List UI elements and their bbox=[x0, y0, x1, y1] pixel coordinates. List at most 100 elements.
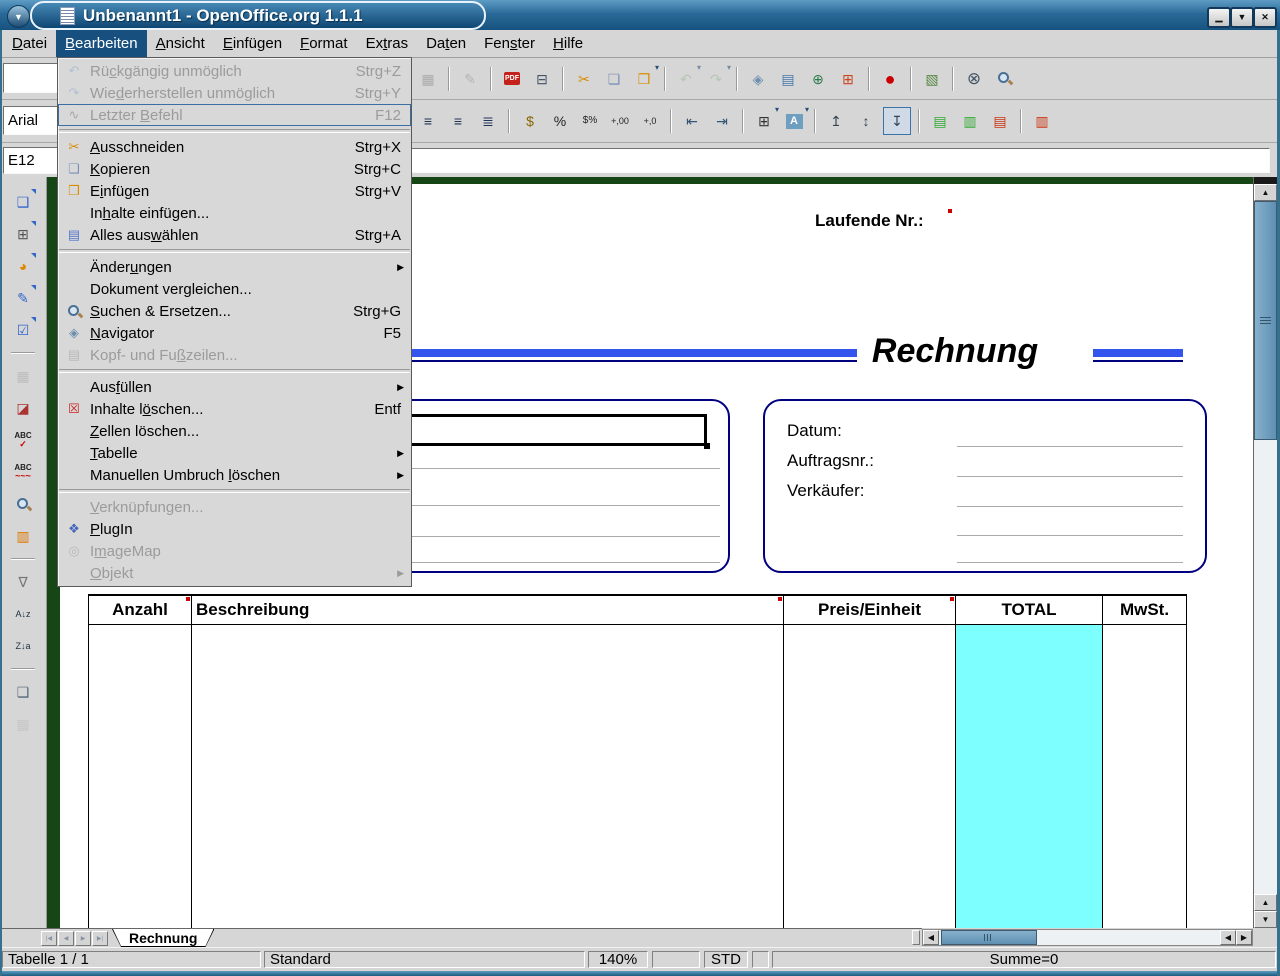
align-center-button[interactable]: ≡ bbox=[415, 108, 441, 134]
copy-button[interactable]: ❏ bbox=[601, 66, 627, 92]
menu-item-wiederherstellen-unmöglich[interactable]: ↷Wiederherstellen unmöglichStrg+Y bbox=[58, 82, 411, 104]
menu-item-alles-auswählen[interactable]: ▤Alles auswählenStrg+A bbox=[58, 224, 411, 246]
scroll-up-button-bottom[interactable]: ▲ bbox=[1254, 894, 1277, 911]
menubar-item-ansicht[interactable]: Ansicht bbox=[147, 30, 214, 57]
redo-button[interactable]: ↷▾ bbox=[703, 66, 729, 92]
sort-ascending-button[interactable]: A↓z bbox=[10, 601, 36, 627]
sheet-info-panel[interactable]: Tabelle 1 / 1 bbox=[2, 951, 261, 968]
insert-column-button[interactable]: ▥ bbox=[957, 108, 983, 134]
decrease-indent-button[interactable]: ⇤ bbox=[679, 108, 705, 134]
menu-item-imagemap[interactable]: ◎ImageMap bbox=[58, 540, 411, 562]
stylist-button[interactable]: ▤ bbox=[775, 66, 801, 92]
stop-button[interactable]: ⊗ bbox=[961, 66, 987, 92]
font-name-input[interactable]: Arial bbox=[3, 106, 62, 135]
sort-descending-button[interactable]: Z↓a bbox=[10, 633, 36, 659]
scroll-left-button-right[interactable]: ◀ bbox=[1220, 930, 1236, 945]
scroll-right-button[interactable]: ▶ bbox=[1236, 930, 1252, 945]
increase-indent-button[interactable]: ⇥ bbox=[709, 108, 735, 134]
currency-format-button[interactable]: $ bbox=[517, 108, 543, 134]
zoom-panel[interactable]: 140% bbox=[588, 951, 648, 968]
close-button[interactable]: ✕ bbox=[1253, 7, 1277, 28]
autofilter-button[interactable]: ∇ bbox=[10, 569, 36, 595]
modified-flag-panel[interactable] bbox=[752, 951, 769, 968]
menu-item-einfügen[interactable]: ❒EinfügenStrg+V bbox=[58, 180, 411, 202]
menu-item-objekt[interactable]: Objekt▶ bbox=[58, 562, 411, 584]
borders-button[interactable]: ⊞▾ bbox=[751, 108, 777, 134]
menu-item-inhalte-einfügen[interactable]: Inhalte einfügen... bbox=[58, 202, 411, 224]
menubar-item-fenster[interactable]: Fenster bbox=[475, 30, 544, 57]
edit-file-button[interactable]: ✎ bbox=[457, 66, 483, 92]
page-preview-button[interactable] bbox=[991, 66, 1017, 92]
align-top-button[interactable]: ↥ bbox=[823, 108, 849, 134]
insert-mode-panel[interactable] bbox=[652, 951, 700, 968]
sum-panel[interactable]: Summe=0 bbox=[772, 951, 1276, 968]
insert-chart-button[interactable]: ◕ bbox=[10, 253, 36, 279]
background-color-button[interactable]: A▾ bbox=[781, 108, 807, 134]
last-sheet-button[interactable]: ▶| bbox=[92, 931, 108, 946]
load-url-input[interactable] bbox=[3, 63, 58, 93]
horizontal-scroll-thumb[interactable] bbox=[941, 930, 1037, 945]
window-menu-button[interactable]: ▼ bbox=[7, 5, 30, 28]
insert-image-button[interactable]: ▧ bbox=[919, 66, 945, 92]
horizontal-scroll-track[interactable] bbox=[939, 930, 1220, 945]
menubar-item-bearbeiten[interactable]: Bearbeiten bbox=[56, 30, 147, 57]
sheet-tab-rechnung[interactable]: Rechnung bbox=[113, 929, 213, 946]
spellcheck-button[interactable]: ABC✓ bbox=[10, 427, 36, 453]
menu-item-kopf-und-fußzeilen[interactable]: ▤Kopf- und Fußzeilen... bbox=[58, 344, 411, 366]
align-right-button[interactable]: ≡ bbox=[445, 108, 471, 134]
print-button[interactable]: ⊟ bbox=[529, 66, 555, 92]
menu-item-verknüpfungen[interactable]: Verknüpfungen... bbox=[58, 496, 411, 518]
autoformat-button[interactable]: ▦ bbox=[10, 363, 36, 389]
menubar-item-hilfe[interactable]: Hilfe bbox=[544, 30, 592, 57]
hyperlink-globe-button[interactable]: ⊕ bbox=[805, 66, 831, 92]
choose-themes-button[interactable]: ◪ bbox=[10, 395, 36, 421]
record-macro-button[interactable]: ● bbox=[877, 66, 903, 92]
next-sheet-button[interactable]: ▶ bbox=[75, 931, 91, 946]
menu-item-inhalte-löschen[interactable]: ☒Inhalte löschen...Entf bbox=[58, 398, 411, 420]
align-justify-button[interactable]: ≣ bbox=[475, 108, 501, 134]
scroll-left-button[interactable]: ◀ bbox=[923, 930, 939, 945]
scroll-down-button[interactable]: ▼ bbox=[1254, 911, 1277, 928]
vertical-scroll-thumb[interactable] bbox=[1254, 201, 1277, 440]
remove-decimal-button[interactable]: +,0 bbox=[637, 108, 663, 134]
form-controls-button[interactable]: ☑ bbox=[10, 317, 36, 343]
percent-format-button[interactable]: % bbox=[547, 108, 573, 134]
insert-object-button[interactable]: ❑ bbox=[10, 189, 36, 215]
find-button[interactable] bbox=[10, 491, 36, 517]
menubar-item-daten[interactable]: Daten bbox=[417, 30, 475, 57]
align-center-vertical-button[interactable]: ↕ bbox=[853, 108, 879, 134]
menu-item-plugin[interactable]: ❖PlugIn bbox=[58, 518, 411, 540]
menu-item-letzter-befehl[interactable]: ∿Letzter BefehlF12 bbox=[58, 104, 411, 126]
menubar-item-extras[interactable]: Extras bbox=[357, 30, 418, 57]
first-sheet-button[interactable]: |◀ bbox=[41, 931, 57, 946]
menu-item-manuellen-umbruch-löschen[interactable]: Manuellen Umbruch löschen▶ bbox=[58, 464, 411, 486]
save-button[interactable]: ▦ bbox=[415, 66, 441, 92]
maximize-button[interactable]: ▼ bbox=[1230, 7, 1254, 28]
paste-button[interactable]: ❒▾ bbox=[631, 66, 657, 92]
tab-scrollbar-splitter[interactable] bbox=[912, 930, 920, 945]
data-sources-button[interactable]: ▥ bbox=[10, 523, 36, 549]
menu-item-kopieren[interactable]: ❏KopierenStrg+C bbox=[58, 158, 411, 180]
minimize-button[interactable]: ▁ bbox=[1207, 7, 1231, 28]
menu-item-ausfüllen[interactable]: Ausfüllen▶ bbox=[58, 376, 411, 398]
add-decimal-button[interactable]: +,00 bbox=[607, 108, 633, 134]
menu-item-änderungen[interactable]: Änderungen▶ bbox=[58, 256, 411, 278]
draw-functions-button[interactable]: ✎ bbox=[10, 285, 36, 311]
ungroup-button[interactable]: ▦ bbox=[10, 711, 36, 737]
align-bottom-button[interactable]: ↧ bbox=[883, 107, 911, 135]
cell-reference-input[interactable]: E12 bbox=[3, 147, 62, 174]
zoom-button[interactable]: ⊞ bbox=[835, 66, 861, 92]
page-style-panel[interactable]: Standard bbox=[264, 951, 585, 968]
vertical-split-handle[interactable] bbox=[1254, 177, 1277, 184]
menu-item-tabelle[interactable]: Tabelle▶ bbox=[58, 442, 411, 464]
previous-sheet-button[interactable]: ◀ bbox=[58, 931, 74, 946]
menu-item-navigator[interactable]: ◈NavigatorF5 bbox=[58, 322, 411, 344]
standard-format-button[interactable]: $% bbox=[577, 108, 603, 134]
insert-cells-button[interactable]: ⊞ bbox=[10, 221, 36, 247]
cut-button[interactable]: ✂ bbox=[571, 66, 597, 92]
vertical-scroll-track[interactable] bbox=[1254, 201, 1277, 894]
insert-row-button[interactable]: ▤ bbox=[927, 108, 953, 134]
selection-mode-panel[interactable]: STD bbox=[704, 951, 748, 968]
menu-item-rückgängig-unmöglich[interactable]: ↶Rückgängig unmöglichStrg+Z bbox=[58, 60, 411, 82]
delete-row-button[interactable]: ▤ bbox=[987, 108, 1013, 134]
